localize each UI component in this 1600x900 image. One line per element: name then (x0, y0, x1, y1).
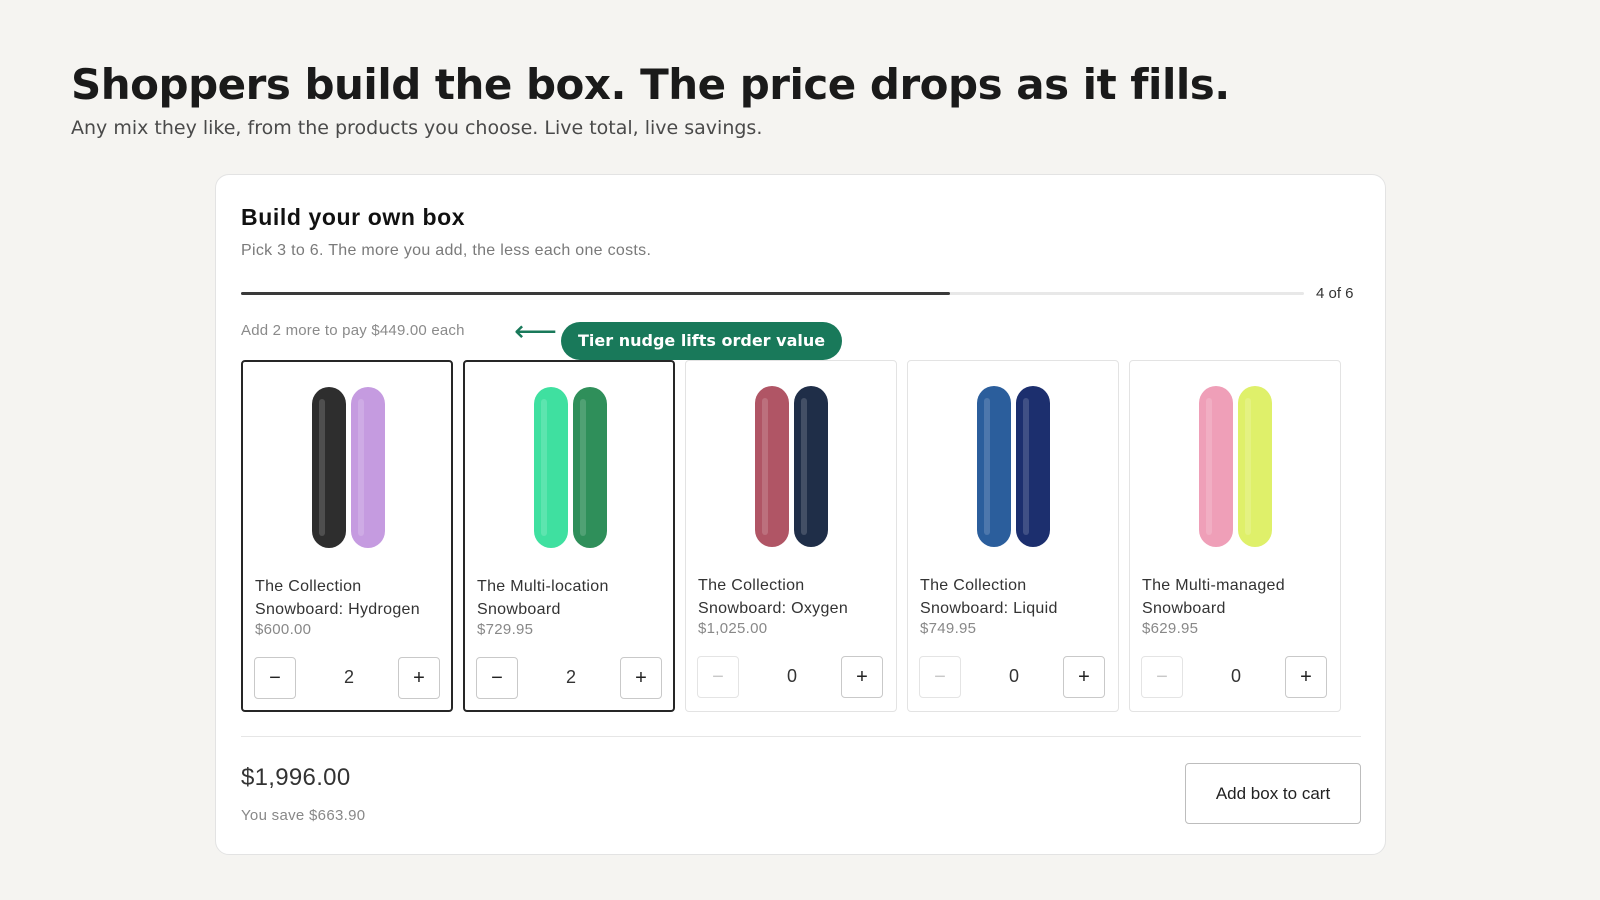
snowboard-shape (1199, 386, 1233, 547)
snowboard-shape (755, 386, 789, 547)
snowboard-highlight (319, 399, 325, 536)
product-name: The Collection Snowboard: Oxygen (698, 577, 849, 617)
product-name: The Multi-managed Snowboard (1142, 577, 1285, 617)
snowboard-shape (1238, 386, 1272, 547)
left-arrow-icon: ⟵ (514, 315, 558, 348)
increase-quantity-button[interactable]: + (1285, 656, 1327, 698)
snowboard-image (534, 387, 607, 548)
decrease-quantity-button[interactable]: − (919, 656, 961, 698)
builder-subtitle: Pick 3 to 6. The more you add, the less … (241, 242, 652, 259)
snowboard-image (977, 386, 1050, 547)
progress-label: 4 of 6 (1316, 285, 1354, 302)
progress-bar-fill (241, 292, 950, 295)
page-headline: Shoppers build the box. The price drops … (71, 60, 1230, 109)
product-price: $629.95 (1142, 620, 1199, 637)
snowboard-highlight (1023, 398, 1029, 535)
product-name: The Collection Snowboard: Liquid (920, 577, 1058, 617)
decrease-quantity-button[interactable]: − (254, 657, 296, 699)
product-name: The Multi-location Snowboard (477, 578, 609, 618)
quantity-value: 0 (1008, 666, 1019, 686)
snowboard-highlight (1206, 398, 1212, 535)
increase-quantity-button[interactable]: + (398, 657, 440, 699)
product-card[interactable]: The Multi-location Snowboard $729.95 − 2 + (463, 360, 675, 712)
add-box-to-cart-button[interactable]: Add box to cart (1185, 763, 1361, 824)
product-card[interactable]: The Collection Snowboard: Oxygen $1,025.0… (685, 360, 897, 712)
box-total: $1,996.00 (241, 764, 351, 791)
box-savings: You save $663.90 (241, 807, 366, 824)
page-subheadline: Any mix they like, from the products you… (71, 117, 763, 139)
snowboard-highlight (984, 398, 990, 535)
snowboard-highlight (358, 399, 364, 536)
product-card[interactable]: The Collection Snowboard: Hydrogen $600.0… (241, 360, 453, 712)
snowboard-shape (534, 387, 568, 548)
tier-nudge-callout: Tier nudge lifts order value (561, 322, 843, 360)
snowboard-shape (977, 386, 1011, 547)
increase-quantity-button[interactable]: + (620, 657, 662, 699)
divider (241, 736, 1361, 737)
snowboard-shape (573, 387, 607, 548)
snowboard-shape (312, 387, 346, 548)
snowboard-image (1199, 386, 1272, 547)
product-card[interactable]: The Collection Snowboard: Liquid $749.95 −… (907, 360, 1119, 712)
quantity-value: 2 (565, 667, 576, 687)
product-price: $600.00 (255, 621, 312, 638)
decrease-quantity-button[interactable]: − (476, 657, 518, 699)
snowboard-image (755, 386, 828, 547)
product-price: $1,025.00 (698, 620, 768, 637)
quantity-value: 0 (786, 666, 797, 686)
tier-nudge-text: Add 2 more to pay $449.00 each (241, 322, 465, 339)
quantity-value: 0 (1230, 666, 1241, 686)
snowboard-shape (1016, 386, 1050, 547)
snowboard-highlight (762, 398, 768, 535)
snowboard-shape (351, 387, 385, 548)
increase-quantity-button[interactable]: + (1063, 656, 1105, 698)
decrease-quantity-button[interactable]: − (1141, 656, 1183, 698)
quantity-value: 2 (343, 667, 354, 687)
builder-title: Build your own box (241, 204, 466, 230)
snowboard-shape (794, 386, 828, 547)
snowboard-highlight (541, 399, 547, 536)
decrease-quantity-button[interactable]: − (697, 656, 739, 698)
product-price: $749.95 (920, 620, 977, 637)
bundle-builder-card: Build your own box Pick 3 to 6. The more… (215, 174, 1386, 855)
snowboard-highlight (580, 399, 586, 536)
product-grid: The Collection Snowboard: Hydrogen $600.0… (241, 360, 1361, 712)
product-price: $729.95 (477, 621, 534, 638)
snowboard-highlight (1245, 398, 1251, 535)
snowboard-image (312, 387, 385, 548)
snowboard-highlight (801, 398, 807, 535)
increase-quantity-button[interactable]: + (841, 656, 883, 698)
product-name: The Collection Snowboard: Hydrogen (255, 578, 420, 618)
product-card[interactable]: The Multi-managed Snowboard $629.95 − 0 + (1129, 360, 1341, 712)
progress-bar (241, 292, 1304, 295)
